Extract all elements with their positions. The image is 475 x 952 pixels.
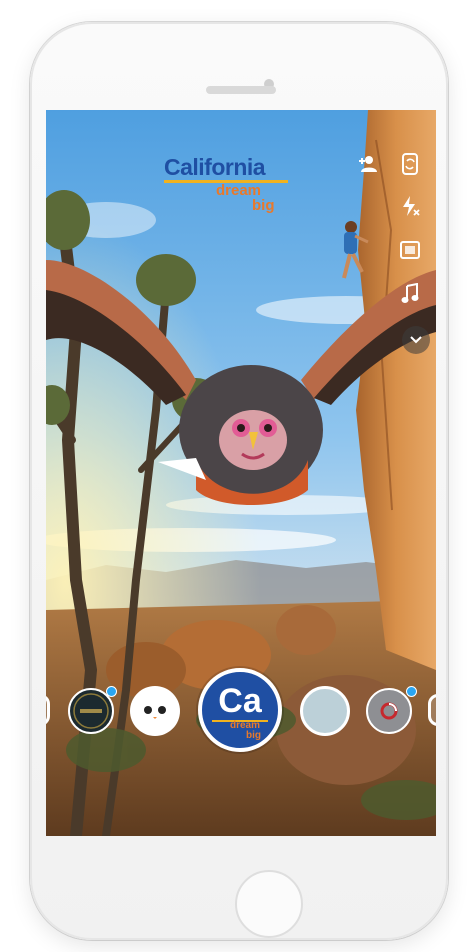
- logo-tagline-big: big: [252, 197, 275, 214]
- chevron-down-icon[interactable]: [402, 326, 430, 354]
- add-friend-icon[interactable]: [352, 148, 384, 180]
- logo-wordmark: California: [164, 154, 266, 180]
- lens-red-swirl-icon[interactable]: [366, 688, 412, 734]
- california-dream-big-logo: California dream big: [164, 154, 294, 214]
- flash-off-icon[interactable]: [394, 190, 426, 222]
- new-badge-dot: [106, 686, 117, 697]
- lens-pale-blue-icon[interactable]: [300, 686, 350, 736]
- home-button[interactable]: [235, 870, 303, 938]
- selected-lens-initials: Ca: [218, 682, 262, 720]
- camera-viewfinder[interactable]: California dream big Ca dream big: [46, 110, 436, 836]
- video-chat-icon[interactable]: [394, 234, 426, 266]
- earpiece-speaker: [206, 86, 276, 94]
- lens-carousel: Ca dream big: [46, 668, 436, 752]
- lens-california-icon[interactable]: Ca dream big: [198, 668, 282, 752]
- lens-cute-face-icon[interactable]: [130, 686, 180, 736]
- flip-camera-icon[interactable]: [394, 148, 426, 180]
- selected-lens-big: big: [246, 730, 261, 741]
- music-icon[interactable]: [394, 278, 426, 310]
- lens-partial-left[interactable]: [46, 694, 50, 726]
- lens-partial-right[interactable]: [428, 694, 436, 726]
- new-badge-dot: [406, 686, 417, 697]
